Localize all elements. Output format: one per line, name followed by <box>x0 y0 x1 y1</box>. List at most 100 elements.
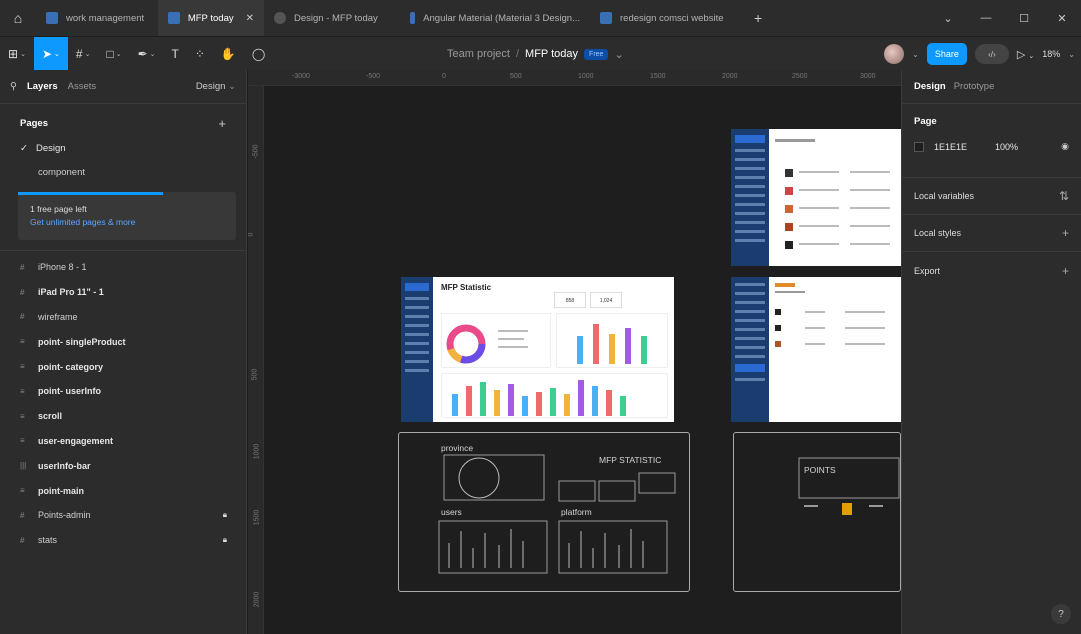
tab-prototype[interactable]: Prototype <box>954 81 995 92</box>
page-section-title: Page <box>914 116 937 127</box>
layer-item[interactable]: # stats 🔒︎ <box>0 528 247 553</box>
layer-item[interactable]: ≡ point- category <box>0 354 247 379</box>
page-item-design[interactable]: ✓ Design <box>0 136 246 160</box>
right-panel: Design Prototype Page 1E1E1E 100% ◉ Loca… <box>901 70 1081 634</box>
layer-label: iPad Pro 11" - 1 <box>38 287 104 298</box>
sliders-icon[interactable]: ⇅ <box>1059 189 1069 203</box>
close-tab-icon[interactable]: ✕ <box>246 13 254 24</box>
tab-design-mfp-today[interactable]: Design - MFP today <box>264 0 400 36</box>
frame-tool-icon[interactable]: # ⌄ <box>68 37 99 71</box>
text-tool-icon[interactable]: T <box>164 37 187 71</box>
lock-icon[interactable]: 🔒︎ <box>223 510 227 520</box>
dev-mode-toggle[interactable]: ‹/› <box>974 44 1009 64</box>
tab-layers[interactable]: Layers <box>27 81 58 92</box>
page-color-value[interactable]: 1E1E1E <box>934 142 967 152</box>
ruler-tick: 0 <box>248 232 255 237</box>
layers-header: ⚲ Layers Assets Design ⌄ <box>0 70 246 104</box>
layer-item[interactable]: ≡ user-engagement <box>0 429 247 454</box>
ruler-tick: 2500 <box>792 73 808 80</box>
move-tool-icon[interactable]: ➤ ⌄ <box>33 36 68 71</box>
layer-item[interactable]: # Points-admin 🔒︎ <box>0 503 247 528</box>
layer-label: point-main <box>38 485 84 496</box>
shape-tool-icon[interactable]: □ ⌄ <box>98 37 129 71</box>
chevron-down-icon[interactable]: ⌄ <box>614 48 623 61</box>
sketch-drawing <box>438 454 676 574</box>
lock-icon[interactable]: 🔒︎ <box>223 535 227 545</box>
ruler-tick: 2000 <box>722 73 738 80</box>
ruler-tick: 1000 <box>578 73 594 80</box>
wireframe-sketch[interactable]: province MFP STATISTIC users platform <box>398 432 690 592</box>
layer-item[interactable]: # wireframe <box>0 305 247 330</box>
mfp-statistic-frame[interactable]: MFP Statistic 858 1,024 <box>401 277 674 422</box>
add-export-icon[interactable]: + <box>1062 264 1069 278</box>
local-styles-row[interactable]: Local styles + <box>902 215 1081 252</box>
layer-label: stats <box>38 535 58 546</box>
ruler-tick: -3000 <box>292 73 310 80</box>
main-menu-icon[interactable]: ⊞ ⌄ <box>0 37 34 71</box>
export-label: Export <box>914 265 941 276</box>
pages-title: Pages <box>20 117 48 129</box>
tab-assets[interactable]: Assets <box>68 81 97 92</box>
layer-item[interactable]: ≡ point- userInfo <box>0 379 247 404</box>
breadcrumb-separator: / <box>515 48 520 60</box>
page-opacity-value[interactable]: 100% <box>995 142 1018 152</box>
new-tab-icon[interactable]: + <box>740 10 776 26</box>
help-button[interactable]: ? <box>1051 604 1071 624</box>
page-usage-bar <box>18 192 163 195</box>
upsell-banner: 1 free page left Get unlimited pages & m… <box>18 192 236 240</box>
chevron-down-icon[interactable]: ⌄ <box>929 12 967 25</box>
eye-icon[interactable]: ◉ <box>1061 141 1069 152</box>
layer-label: iPhone 8 - 1 <box>38 262 87 273</box>
frame-icon: # <box>20 510 25 520</box>
zoom-level[interactable]: 18% <box>1042 49 1060 59</box>
admin-frame-top[interactable] <box>731 129 901 266</box>
file-name[interactable]: MFP today <box>525 48 578 60</box>
upgrade-link[interactable]: Get unlimited pages & more <box>30 217 224 227</box>
tab-design[interactable]: Design <box>914 81 946 92</box>
close-window-icon[interactable]: ✕ <box>1043 12 1081 25</box>
tab-mfp-today[interactable]: MFP today ✕ <box>158 0 264 36</box>
chevron-down-icon[interactable]: ⌄ <box>1068 50 1075 59</box>
present-icon[interactable]: ▷ ⌄ <box>1017 48 1034 61</box>
add-style-icon[interactable]: + <box>1062 226 1069 240</box>
page-item-label: Design <box>35 142 66 154</box>
share-button[interactable]: Share <box>926 43 967 65</box>
search-icon[interactable]: ⚲ <box>10 81 17 92</box>
frame-icon: # <box>20 287 25 297</box>
home-icon[interactable]: ⌂ <box>0 0 36 36</box>
admin-frame-bottom[interactable] <box>731 277 901 422</box>
title-tab-bar: ⌂ work management MFP today ✕ Design - M… <box>0 0 1081 36</box>
add-page-icon[interactable]: + <box>218 116 226 131</box>
layer-item[interactable]: ||| userInfo-bar <box>0 453 247 478</box>
hand-tool-icon[interactable]: ✋ <box>213 37 244 71</box>
tab-redesign-comsci[interactable]: redesign comsci website <box>590 0 740 36</box>
table-preview <box>775 283 885 347</box>
auto-layout-icon: ≡ <box>20 386 25 396</box>
tab-angular-material[interactable]: Angular Material (Material 3 Design... <box>400 0 590 36</box>
layer-item[interactable]: ≡ point-main <box>0 478 247 503</box>
export-row[interactable]: Export + <box>902 252 1081 289</box>
design-canvas[interactable]: -3000 -500 0 500 1000 1500 2000 2500 300… <box>248 70 901 634</box>
comment-tool-icon[interactable]: ◯ <box>244 37 273 71</box>
minimize-icon[interactable]: — <box>967 12 1005 24</box>
layer-item[interactable]: ≡ point- singleProduct <box>0 329 247 354</box>
wireframe-sketch-right[interactable]: POINTS <box>733 432 901 592</box>
color-swatch[interactable] <box>914 141 924 152</box>
pen-tool-icon[interactable]: ✒ ⌄ <box>130 37 164 71</box>
layer-item[interactable]: # iPhone 8 - 1 <box>0 255 247 280</box>
maximize-icon[interactable]: ☐ <box>1005 12 1043 25</box>
page-item-component[interactable]: component <box>0 160 246 184</box>
layer-item[interactable]: # iPad Pro 11" - 1 <box>0 280 247 305</box>
layer-label: wireframe <box>38 311 78 322</box>
chevron-down-icon[interactable]: ⌄ <box>912 50 919 59</box>
layer-label: Points-admin <box>38 510 91 521</box>
main-toolbar: ⊞ ⌄ ➤ ⌄ # ⌄ □ ⌄ ✒ ⌄ T ⁘ ✋ ◯ Team project / MF… <box>0 36 1081 71</box>
avatar[interactable] <box>884 44 905 64</box>
local-variables-row[interactable]: Local variables ⇅ <box>902 178 1081 215</box>
team-name[interactable]: Team project <box>447 48 510 60</box>
layer-label: user-engagement <box>38 435 114 446</box>
tab-work-management[interactable]: work management <box>36 0 158 36</box>
resources-tool-icon[interactable]: ⁘ <box>187 37 213 71</box>
design-dropdown[interactable]: Design ⌄ <box>196 81 236 92</box>
layer-item[interactable]: ≡ scroll <box>0 404 247 429</box>
